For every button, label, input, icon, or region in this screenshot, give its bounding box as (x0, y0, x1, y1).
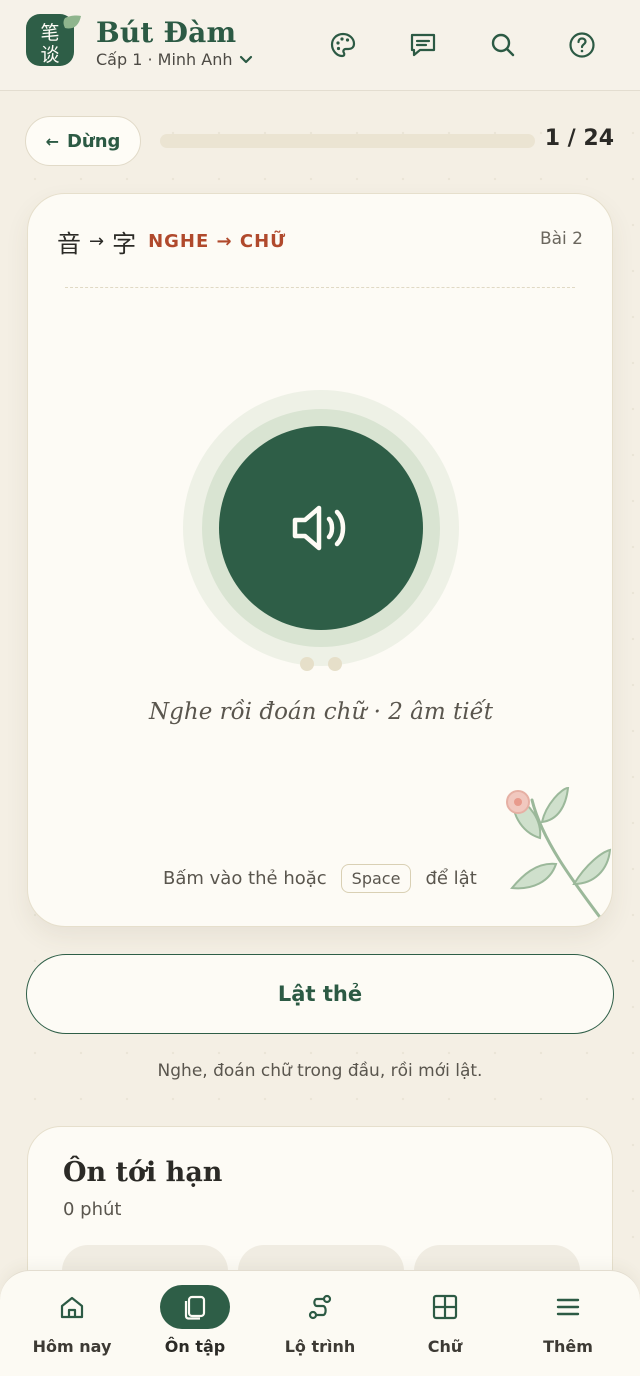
sub-hint: Nghe, đoán chữ trong đầu, rồi mới lật. (157, 1061, 483, 1081)
help-icon[interactable] (566, 29, 598, 61)
syllable-dot (328, 657, 342, 671)
divider (65, 287, 575, 288)
nav-item-roadmap[interactable]: Lộ trình (265, 1285, 375, 1365)
card-hint: Nghe rồi đoán chữ · 2 âm tiết (149, 699, 493, 725)
nav-label: Lộ trình (284, 1337, 356, 1356)
lesson-label: Bài 2 (539, 229, 583, 249)
level-selector[interactable]: Cấp 1 · Minh Anh (96, 50, 253, 69)
flip-hint-prefix: Bấm vào thẻ hoặc (163, 868, 327, 889)
app-title: Bút Đàm (96, 16, 237, 49)
stop-button[interactable]: ← Dừng (25, 116, 141, 166)
chat-icon[interactable] (407, 29, 439, 61)
level-label: Cấp 1 · Minh Anh (96, 50, 233, 69)
due-subtitle: 0 phút (63, 1199, 122, 1220)
palette-icon[interactable] (327, 29, 359, 61)
flip-instruction: Bấm vào thẻ hoặc Space để lật (163, 864, 477, 893)
back-arrow-icon: ← (45, 131, 59, 151)
mode-label: NGHE → CHỮ (148, 231, 287, 252)
nav-item-characters[interactable]: Chữ (390, 1285, 500, 1365)
logo-char-1: 笔 (40, 22, 59, 44)
route-icon (308, 1294, 332, 1320)
menu-icon (556, 1298, 580, 1316)
mode-to-char: 字 (112, 230, 137, 258)
search-icon[interactable] (487, 29, 519, 61)
nav-label: Hôm nay (32, 1337, 112, 1356)
nav-item-home[interactable]: Hôm nay (17, 1285, 127, 1365)
arrow-right-icon: → (89, 231, 105, 252)
mode-from-char: 音 (57, 230, 81, 258)
nav-item-review[interactable]: Ôn tập (140, 1285, 250, 1365)
character-grid-icon (432, 1294, 458, 1320)
chevron-down-icon (239, 55, 252, 63)
leaf-sprig-decoration (506, 786, 612, 922)
progress-counter: 1 / 24 (544, 126, 614, 151)
flashcard[interactable]: 音 → 字 NGHE → CHỮ Bài 2 Nghe rồi đoán chữ… (27, 193, 613, 927)
nav-label: Thêm (543, 1337, 593, 1356)
nav-item-more[interactable]: Thêm (513, 1285, 623, 1365)
logo-char-2: 谈 (40, 44, 59, 66)
home-icon (60, 1296, 84, 1319)
due-title: Ôn tới hạn (63, 1157, 223, 1188)
flip-hint-suffix: để lật (425, 868, 477, 889)
syllable-dot (300, 657, 314, 671)
flip-card-button[interactable]: Lật thẻ (26, 954, 614, 1034)
nav-label: Ôn tập (164, 1337, 226, 1356)
bottom-nav: Hôm nay Ôn tập Lộ trình Chữ Thêm (0, 1270, 640, 1376)
app-header: 笔 谈 Bút Đàm Cấp 1 · Minh Anh (0, 0, 640, 91)
cards-icon (184, 1295, 206, 1320)
nav-label: Chữ (427, 1337, 463, 1356)
speaker-icon (292, 505, 346, 551)
space-key-badge: Space (340, 864, 412, 893)
progress-bar (160, 134, 535, 148)
play-audio-button[interactable] (219, 426, 423, 630)
card-mode: 音 → 字 NGHE → CHỮ (57, 224, 286, 259)
stop-label: Dừng (66, 130, 121, 152)
app-logo[interactable]: 笔 谈 (25, 12, 81, 68)
